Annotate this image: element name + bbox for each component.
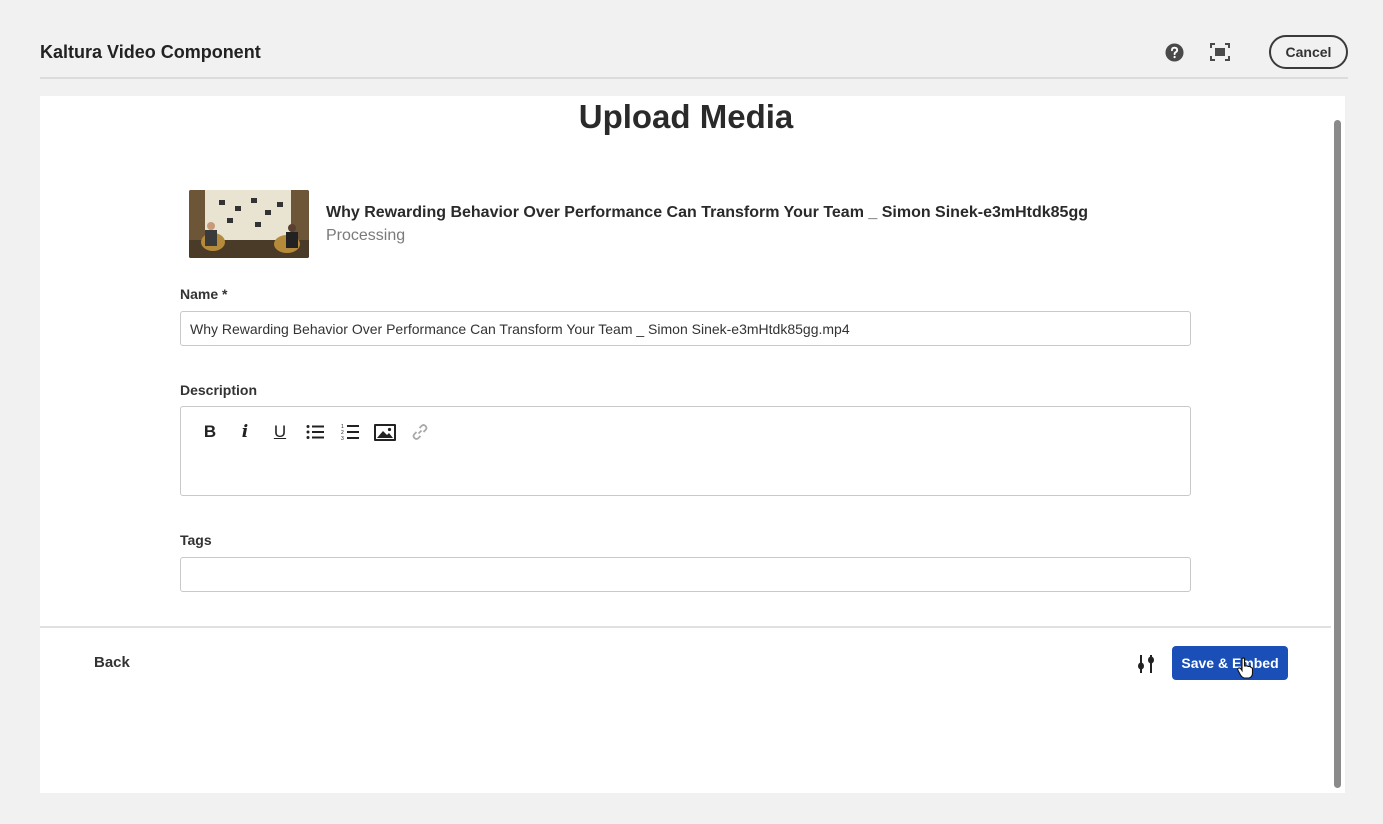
name-input[interactable] xyxy=(180,311,1191,346)
italic-button[interactable]: i xyxy=(234,421,256,443)
upload-media-dialog: Upload Media Why Rewarding Behavior Over… xyxy=(40,96,1345,793)
page-title: Upload Media xyxy=(578,98,794,135)
link-icon xyxy=(412,424,428,440)
tags-label: Tags xyxy=(180,532,212,548)
media-thumbnail xyxy=(189,190,309,258)
name-label: Name * xyxy=(180,286,228,302)
app-window: Kaltura Video Component Cancel Upload Me… xyxy=(0,0,1383,824)
footer-divider xyxy=(40,626,1332,628)
bullet-list-button[interactable] xyxy=(304,421,326,443)
insert-link-button[interactable] xyxy=(409,421,431,443)
italic-icon: i xyxy=(241,422,249,442)
underline-icon: U xyxy=(273,422,287,441)
fullscreen-icon[interactable] xyxy=(1210,42,1230,62)
svg-text:3: 3 xyxy=(341,436,344,441)
cancel-button[interactable]: Cancel xyxy=(1269,35,1348,69)
save-and-embed-button[interactable]: Save & Embed xyxy=(1172,646,1288,680)
description-editor[interactable]: B i U 1 2 3 xyxy=(180,406,1191,496)
media-name: Why Rewarding Behavior Over Performance … xyxy=(326,204,1088,221)
image-icon xyxy=(374,423,396,441)
header: Kaltura Video Component Cancel xyxy=(40,26,1348,79)
tags-input[interactable] xyxy=(180,557,1191,592)
back-button[interactable]: Back xyxy=(94,654,130,671)
bold-button[interactable]: B xyxy=(199,421,221,443)
help-icon[interactable] xyxy=(1164,42,1184,62)
bullet-list-icon xyxy=(306,425,324,439)
insert-image-button[interactable] xyxy=(374,421,396,443)
editor-toolbar: B i U 1 2 3 xyxy=(199,421,431,443)
numbered-list-icon: 1 2 3 xyxy=(341,424,359,441)
underline-button[interactable]: U xyxy=(269,421,291,443)
scrollbar-thumb[interactable] xyxy=(1334,120,1341,788)
description-label: Description xyxy=(180,382,258,398)
advanced-settings-icon[interactable] xyxy=(1135,653,1157,675)
bold-icon: B xyxy=(203,422,217,441)
media-status: Processing xyxy=(326,227,406,244)
numbered-list-button[interactable]: 1 2 3 xyxy=(339,421,361,443)
scrollbar[interactable] xyxy=(1331,96,1345,793)
app-title: Kaltura Video Component xyxy=(40,42,261,62)
